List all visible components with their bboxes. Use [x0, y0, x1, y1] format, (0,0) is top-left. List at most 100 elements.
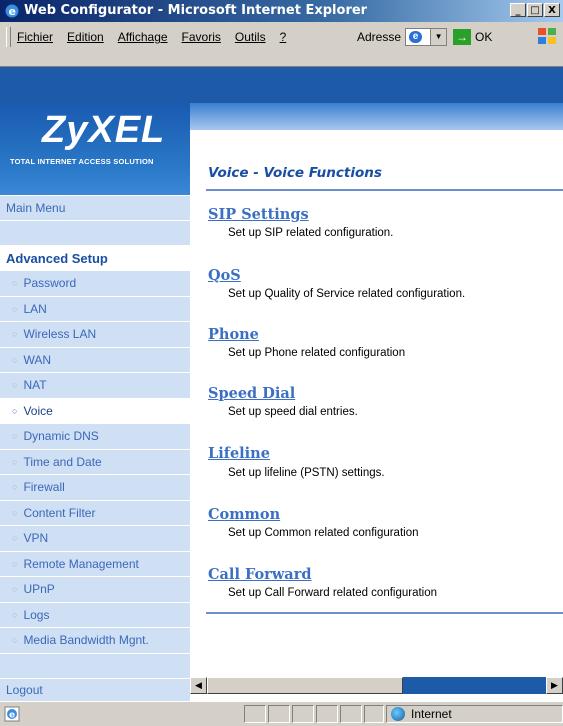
- menu-outils[interactable]: Outils: [235, 30, 266, 44]
- sidebar-item-voice[interactable]: ○ Voice: [0, 397, 190, 423]
- address-bar: Adresse e ▼ → OK: [357, 25, 492, 49]
- page-title: Voice - Voice Functions: [208, 165, 382, 181]
- link-speed-dial[interactable]: Speed Dial: [208, 385, 295, 402]
- windows-logo-icon: [538, 28, 556, 44]
- sidebar-item-label: Media Bandwidth Mgnt.: [23, 633, 149, 648]
- scroll-right-icon[interactable]: ▶: [546, 677, 563, 694]
- horizontal-scrollbar[interactable]: ◀ ▶: [190, 677, 563, 694]
- status-pane: [244, 705, 266, 723]
- sidebar-item-lan[interactable]: ○ LAN: [0, 295, 190, 322]
- address-input[interactable]: e ▼: [405, 28, 448, 46]
- menu-bar: Fichier Edition Affichage Favoris Outils…: [0, 22, 563, 67]
- radio-bullet-icon: ○: [12, 482, 18, 493]
- radio-bullet-icon: ○: [12, 558, 18, 569]
- svg-text:e: e: [9, 711, 15, 721]
- status-pane: [364, 705, 384, 723]
- radio-bullet-icon: ○: [12, 533, 18, 544]
- desc-speed-dial: Set up speed dial entries.: [228, 406, 358, 418]
- svg-text:e: e: [9, 5, 16, 18]
- sidebar-item-content-filter[interactable]: ○ Content Filter: [0, 499, 190, 526]
- radio-bullet-icon: ○: [12, 584, 18, 595]
- link-common[interactable]: Common: [208, 506, 280, 523]
- maximize-button[interactable]: □: [527, 3, 543, 17]
- content-banner: [190, 103, 563, 130]
- radio-bullet-icon: ○: [12, 278, 18, 289]
- title-divider: [206, 189, 563, 191]
- menu-favoris[interactable]: Favoris: [182, 30, 221, 44]
- link-lifeline[interactable]: Lifeline: [208, 445, 270, 462]
- zone-label: Internet: [411, 707, 452, 721]
- sidebar-item-label: Dynamic DNS: [23, 429, 99, 444]
- sidebar-spacer: [0, 220, 190, 245]
- desc-sip-settings: Set up SIP related configuration.: [228, 227, 394, 239]
- sidebar-item-label: Logs: [23, 607, 50, 622]
- sidebar-item-vpn[interactable]: ○ VPN: [0, 525, 190, 551]
- radio-bullet-icon: ○: [12, 635, 18, 646]
- sidebar-item-firewall[interactable]: ○ Firewall: [0, 474, 190, 500]
- minimize-button[interactable]: _: [510, 3, 526, 17]
- sidebar-main-menu[interactable]: Main Menu: [0, 195, 190, 220]
- sidebar-item-label: UPnP: [23, 582, 55, 597]
- radio-bullet-icon: ○: [12, 456, 18, 467]
- menu-help[interactable]: ?: [280, 30, 287, 44]
- sidebar-item-nat[interactable]: ○ NAT: [0, 372, 190, 398]
- toolbar-grip: [6, 27, 11, 47]
- sidebar-item-remote-management[interactable]: ○ Remote Management: [0, 550, 190, 577]
- link-phone[interactable]: Phone: [208, 326, 259, 343]
- sidebar-item-wan[interactable]: ○ WAN: [0, 346, 190, 373]
- bottom-divider: [206, 612, 563, 614]
- sidebar-item-media-bandwidth[interactable]: ○ Media Bandwidth Mgnt.: [0, 627, 190, 653]
- title-bar: e Web Configurator - Microsoft Internet …: [0, 0, 563, 22]
- sidebar-spacer: [0, 652, 190, 678]
- sidebar-item-time-and-date[interactable]: ○ Time and Date: [0, 448, 190, 475]
- sidebar-item-label: Voice: [23, 403, 53, 418]
- globe-icon: [391, 707, 405, 721]
- sidebar: Main Menu Advanced Setup ○ Password ○ LAN …: [0, 195, 190, 701]
- radio-bullet-icon: ○: [12, 380, 18, 391]
- link-qos[interactable]: QoS: [208, 267, 241, 284]
- chevron-down-icon[interactable]: ▼: [430, 29, 447, 45]
- menu-affichage[interactable]: Affichage: [118, 30, 168, 44]
- sidebar-item-wireless-lan[interactable]: ○ Wireless LAN: [0, 321, 190, 347]
- brand-tagline: TOTAL INTERNET ACCESS SOLUTION: [10, 157, 154, 166]
- sidebar-item-password[interactable]: ○ Password: [0, 270, 190, 296]
- sidebar-item-label: NAT: [23, 378, 47, 393]
- sidebar-item-logs[interactable]: ○ Logs: [0, 601, 190, 628]
- window-title: Web Configurator - Microsoft Internet Ex…: [24, 3, 368, 18]
- radio-bullet-icon: ○: [12, 431, 18, 442]
- menu-fichier[interactable]: Fichier: [17, 30, 53, 44]
- sidebar-item-label: WAN: [23, 352, 51, 367]
- scroll-thumb[interactable]: [207, 677, 403, 694]
- address-label: Adresse: [357, 30, 402, 44]
- web-page: ZyXEL TOTAL INTERNET ACCESS SOLUTION Mai…: [0, 67, 563, 701]
- ie-icon: e: [5, 4, 19, 18]
- sidebar-logout[interactable]: Logout: [0, 677, 190, 702]
- sidebar-item-label: Remote Management: [23, 556, 139, 571]
- sidebar-item-label: Wireless LAN: [23, 327, 97, 342]
- sidebar-section-header: Advanced Setup: [0, 245, 190, 270]
- radio-bullet-icon: ○: [12, 354, 18, 365]
- sidebar-item-label: VPN: [23, 531, 49, 546]
- status-pane: [316, 705, 338, 723]
- go-button[interactable]: OK: [475, 30, 492, 44]
- desc-phone: Set up Phone related configuration: [228, 347, 406, 359]
- menu-edition[interactable]: Edition: [67, 30, 104, 44]
- security-zone: Internet: [386, 705, 563, 723]
- desc-common: Set up Common related configuration: [228, 527, 419, 539]
- scroll-track[interactable]: [403, 677, 546, 694]
- status-pane: [292, 705, 314, 723]
- scroll-left-icon[interactable]: ◀: [190, 677, 207, 694]
- link-sip-settings[interactable]: SIP Settings: [208, 206, 309, 223]
- sidebar-item-upnp[interactable]: ○ UPnP: [0, 576, 190, 602]
- status-pane: [268, 705, 290, 723]
- page-icon: e: [409, 31, 423, 43]
- radio-bullet-icon: ○: [12, 609, 18, 620]
- header-band: [0, 67, 563, 103]
- zyxel-logo: ZyXEL: [42, 109, 166, 151]
- status-pane: [340, 705, 362, 723]
- close-button[interactable]: X: [544, 3, 560, 17]
- sidebar-item-dynamic-dns[interactable]: ○ Dynamic DNS: [0, 423, 190, 449]
- go-arrow-icon[interactable]: →: [453, 29, 472, 45]
- sidebar-item-label: LAN: [23, 301, 47, 316]
- link-call-forward[interactable]: Call Forward: [208, 566, 311, 583]
